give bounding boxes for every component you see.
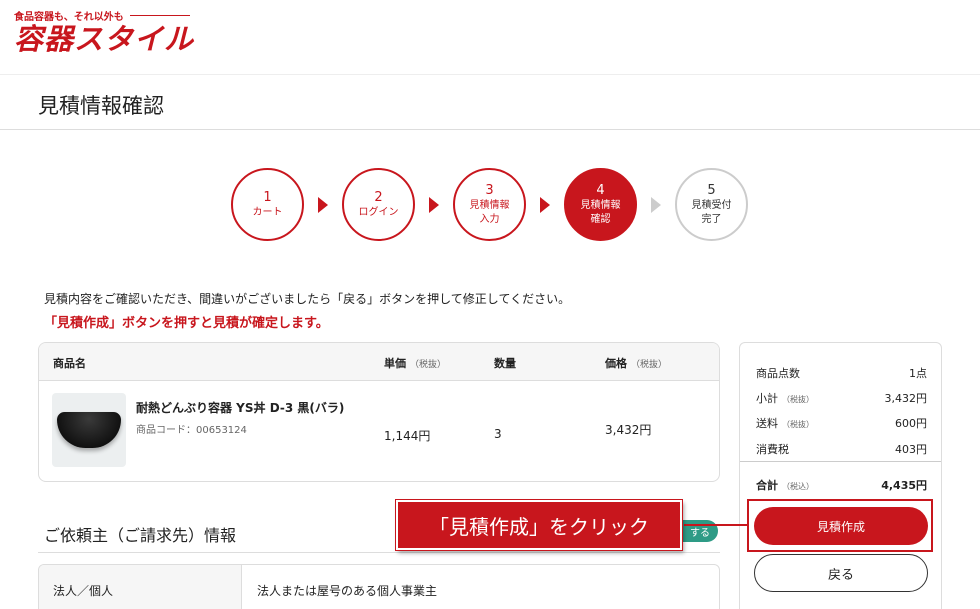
progress-steps: 1 カート 2 ログイン 3 見積情報 入力 4 見積情報 確認 5 見積受付 … xyxy=(231,168,748,241)
product-name[interactable]: 耐熱どんぶり容器 YS丼 D-3 黒(バラ) xyxy=(136,399,344,416)
step-4-confirm: 4 見積情報 確認 xyxy=(564,168,637,241)
quantity: 3 xyxy=(494,427,502,441)
requester-divider xyxy=(38,552,720,553)
product-table: 商品名 単価 （税抜） 数量 価格 （税抜） 耐熱どんぶり容器 YS丼 D-3 黒(… xyxy=(38,342,720,482)
instruction-callout: 「見積作成」をクリック xyxy=(396,500,682,550)
table-header: 商品名 単価 （税抜） 数量 価格 （税抜） xyxy=(39,343,719,381)
logo-tagline: 食品容器も、それ以外も xyxy=(14,8,194,23)
header-price: 価格 （税抜） xyxy=(605,357,668,370)
requester-value: 法人または屋号のある個人事業主 xyxy=(257,584,438,598)
title-divider xyxy=(0,129,980,130)
callout-connector xyxy=(684,524,748,526)
summary-tax: 消費税 403円 xyxy=(756,443,927,456)
summary-count: 商品点数 1点 xyxy=(756,367,927,380)
back-button[interactable]: 戻る xyxy=(754,554,928,592)
step-5-complete: 5 見積受付 完了 xyxy=(675,168,748,241)
step-arrow-icon xyxy=(637,196,675,213)
create-quote-button[interactable]: 見積作成 xyxy=(754,507,928,545)
step-1-cart: 1 カート xyxy=(231,168,304,241)
summary-subtotal: 小計 （税抜） 3,432円 xyxy=(756,392,927,405)
unit-price: 1,144円 xyxy=(384,429,431,443)
summary-shipping: 送料 （税抜） 600円 xyxy=(756,417,927,430)
requester-label: 法人／個人 xyxy=(39,565,242,609)
requester-title: ご依頼主（ご請求先）情報 xyxy=(44,526,237,545)
header-quantity: 数量 xyxy=(494,357,516,370)
header-unit-price: 単価 （税抜） xyxy=(384,357,447,370)
product-image xyxy=(52,393,126,467)
step-arrow-icon xyxy=(526,196,564,213)
summary-total: 合計 （税込） 4,435円 xyxy=(756,479,927,492)
step-arrow-icon xyxy=(415,196,453,213)
site-logo[interactable]: 食品容器も、それ以外も 容器スタイル xyxy=(14,8,194,55)
notice-warning: 「見積作成」ボタンを押すと見積が確定します。 xyxy=(44,316,329,331)
header-divider xyxy=(0,74,980,75)
notice-text: 見積内容をご確認いただき、間違いがございましたら「戻る」ボタンを押して修正してく… xyxy=(44,292,571,306)
header-product-name: 商品名 xyxy=(53,357,86,370)
line-price: 3,432円 xyxy=(605,423,652,437)
summary-divider xyxy=(740,461,941,462)
product-code: 商品コード：00653124 xyxy=(136,425,247,436)
step-3-input: 3 見積情報 入力 xyxy=(453,168,526,241)
requester-table: 法人／個人 法人または屋号のある個人事業主 xyxy=(38,564,720,609)
step-2-login: 2 ログイン xyxy=(342,168,415,241)
page-title: 見積情報確認 xyxy=(38,94,164,118)
table-row: 耐熱どんぶり容器 YS丼 D-3 黒(バラ) 商品コード：00653124 1,… xyxy=(39,381,719,481)
step-arrow-icon xyxy=(304,196,342,213)
logo-text: 容器スタイル xyxy=(14,22,195,56)
